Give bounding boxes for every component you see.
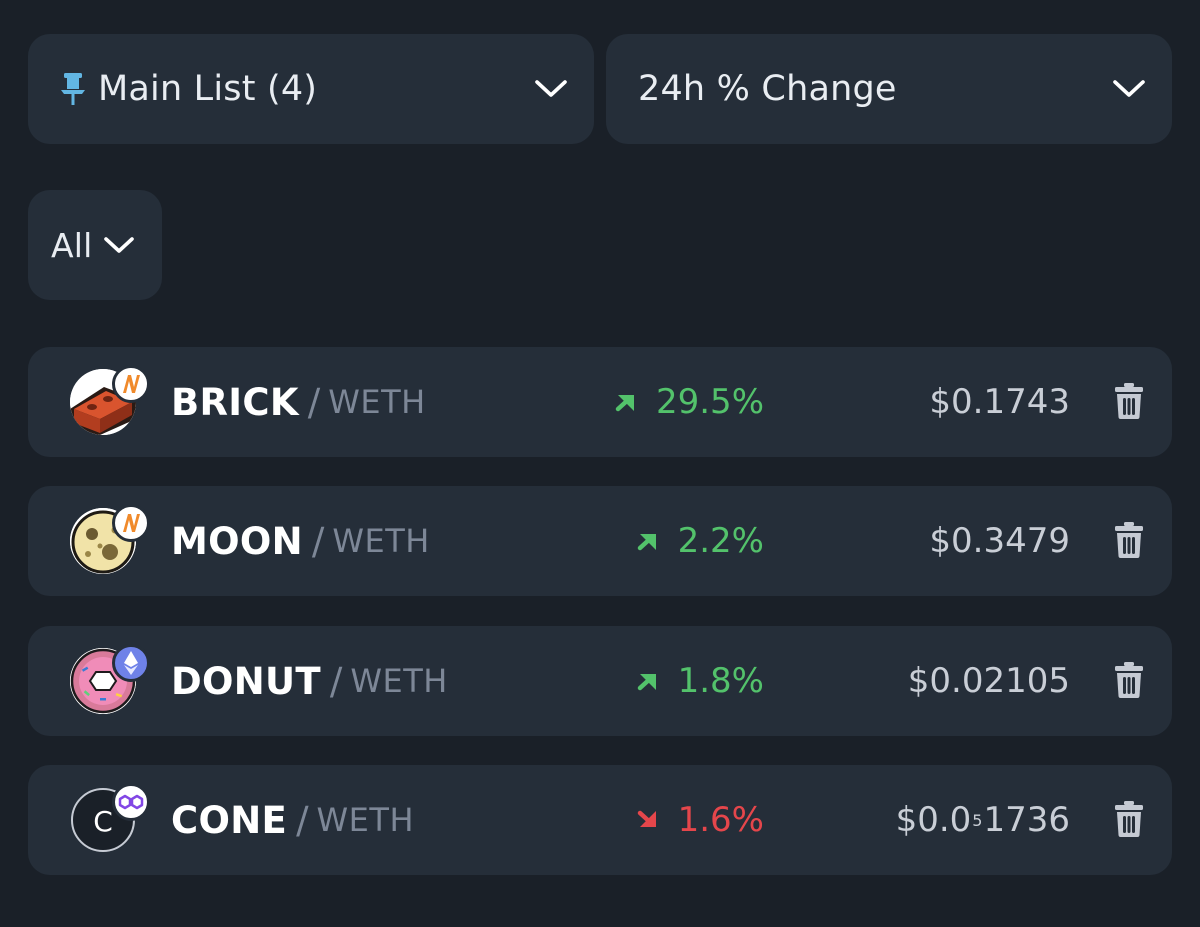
quote-symbol: WETH xyxy=(316,801,414,839)
price-change: 2.2% xyxy=(636,486,764,596)
base-symbol: CONE xyxy=(171,798,288,842)
pair-row-donut[interactable]: DONUT / WETH 1.8% $0.02105 xyxy=(28,626,1172,736)
arrow-up-right-icon xyxy=(636,670,658,692)
price-zero-count: 5 xyxy=(972,810,983,830)
price: $0.3479 xyxy=(929,486,1070,596)
pair-row-cone[interactable]: C CONE / WETH 1.6% $0.0 5 1736 xyxy=(28,765,1172,875)
polygon-icon xyxy=(112,783,150,821)
quote-symbol: WETH xyxy=(332,522,430,560)
price-change-value: 1.6% xyxy=(677,800,764,840)
pin-icon xyxy=(58,71,88,107)
quote-symbol: WETH xyxy=(350,662,448,700)
chevron-down-icon xyxy=(534,79,568,99)
price: $0.02105 xyxy=(908,626,1070,736)
chain-filter-label: All xyxy=(51,225,93,265)
pair-name: BRICK / WETH xyxy=(171,347,426,457)
price-change-value: 1.8% xyxy=(677,661,764,701)
trash-icon xyxy=(1115,662,1143,698)
pair-name: DONUT / WETH xyxy=(171,626,448,736)
pair-separator: / xyxy=(311,519,325,563)
delete-pair-button[interactable] xyxy=(1114,801,1144,837)
ethereum-icon xyxy=(112,644,150,682)
pair-name: CONE / WETH xyxy=(171,765,414,875)
base-symbol: MOON xyxy=(171,519,303,563)
svg-text:C: C xyxy=(93,805,113,838)
chain-filter-dropdown[interactable]: All xyxy=(28,190,162,300)
delete-pair-button[interactable] xyxy=(1114,522,1144,558)
delete-pair-button[interactable] xyxy=(1114,383,1144,419)
price-value-tail: 1736 xyxy=(983,800,1070,840)
sort-dropdown[interactable]: 24h % Change xyxy=(606,34,1172,144)
pair-separator: / xyxy=(329,659,343,703)
price: $0.0 5 1736 xyxy=(896,765,1070,875)
pair-separator: / xyxy=(296,798,309,842)
trash-icon xyxy=(1115,383,1143,419)
watchlist-dropdown[interactable]: Main List (4) xyxy=(28,34,594,144)
price-value: $0.02105 xyxy=(907,661,1070,701)
price-value-main: $0.0 xyxy=(895,800,972,840)
quote-symbol: WETH xyxy=(328,383,426,421)
price-value: $0.3479 xyxy=(929,521,1070,561)
price-value: $0.1743 xyxy=(929,382,1070,422)
price-change: 1.8% xyxy=(636,626,764,736)
delete-pair-button[interactable] xyxy=(1114,662,1144,698)
base-symbol: BRICK xyxy=(171,380,299,424)
trash-icon xyxy=(1115,522,1143,558)
trash-icon xyxy=(1115,801,1143,837)
arrow-up-right-icon xyxy=(636,530,658,552)
price-change-value: 29.5% xyxy=(655,382,764,422)
price: $0.1743 xyxy=(929,347,1070,457)
nitro-icon xyxy=(112,365,150,403)
pair-row-brick[interactable]: BRICK / WETH 29.5% $0.1743 xyxy=(28,347,1172,457)
watchlist-dropdown-label: Main List (4) xyxy=(98,69,318,109)
nitro-icon xyxy=(112,504,150,542)
chevron-down-icon xyxy=(1112,79,1146,99)
chevron-down-icon xyxy=(103,236,135,254)
arrow-up-right-icon xyxy=(614,391,636,413)
base-symbol: DONUT xyxy=(171,659,321,703)
pair-name: MOON / WETH xyxy=(171,486,430,596)
price-change: 29.5% xyxy=(614,347,764,457)
arrow-down-right-icon xyxy=(636,809,658,831)
pair-separator: / xyxy=(307,380,321,424)
pair-row-moon[interactable]: MOON / WETH 2.2% $0.3479 xyxy=(28,486,1172,596)
sort-dropdown-label: 24h % Change xyxy=(638,69,897,109)
price-change-value: 2.2% xyxy=(677,521,764,561)
price-change: 1.6% xyxy=(636,765,764,875)
